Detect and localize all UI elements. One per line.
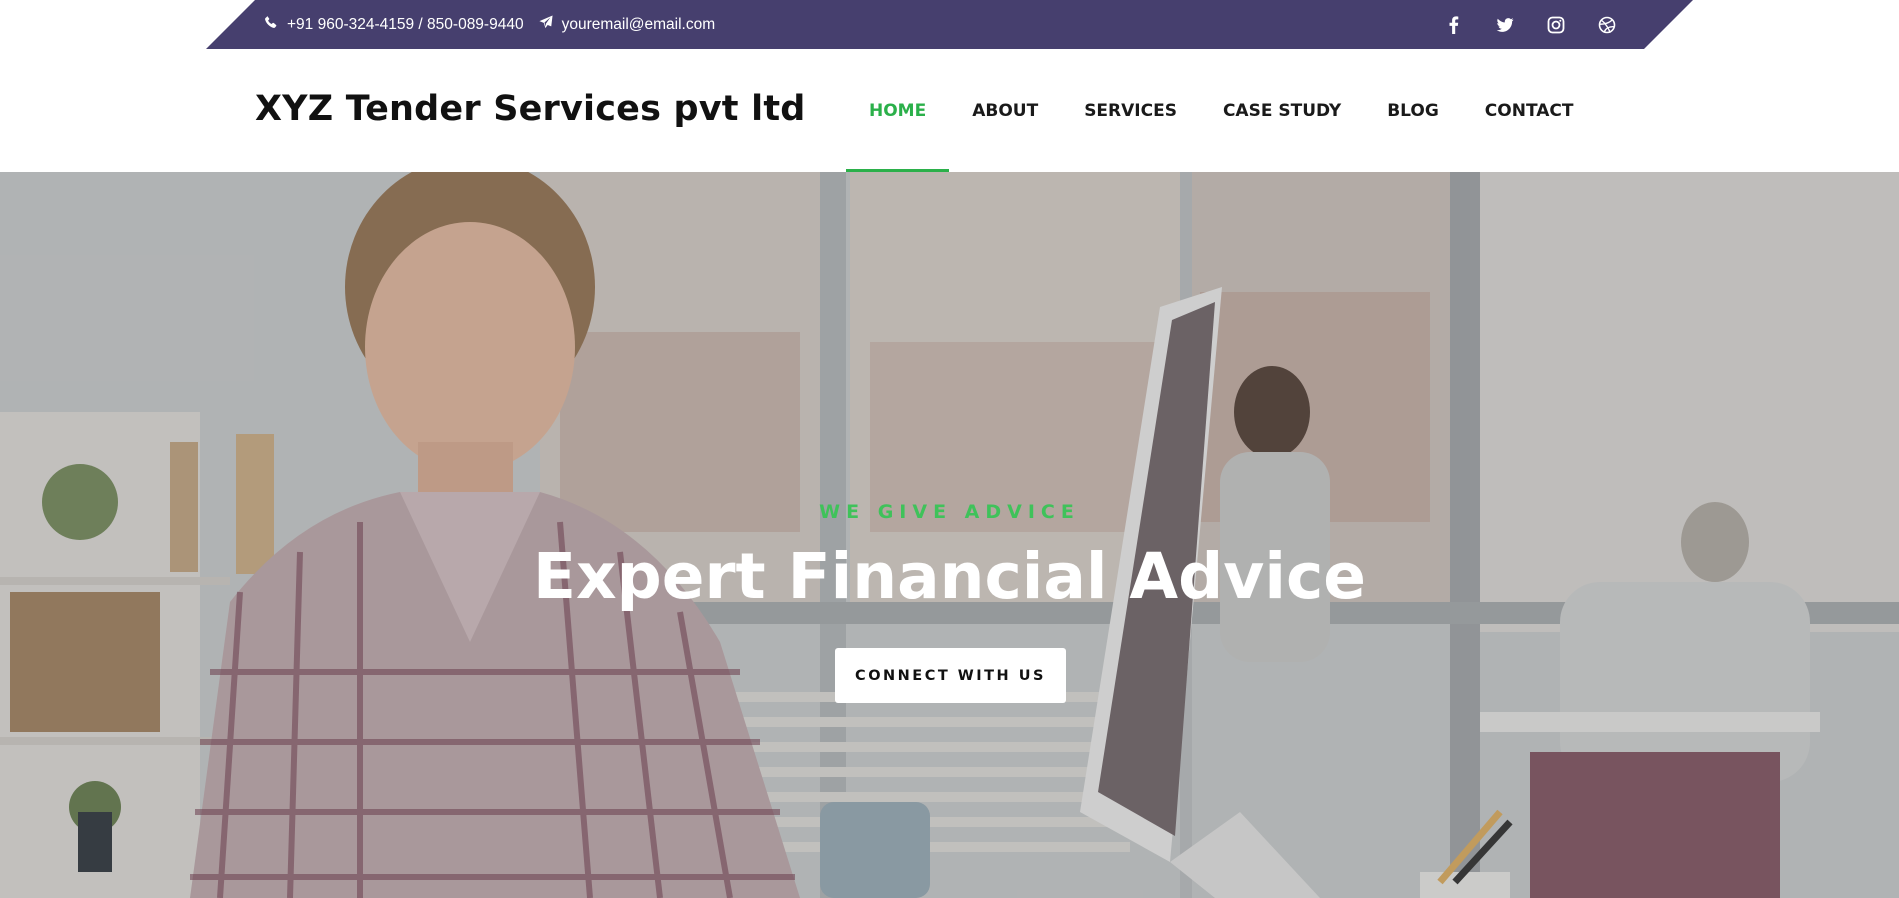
- nav-item-home[interactable]: HOME: [846, 49, 950, 172]
- phone-icon: [264, 15, 278, 34]
- hero-headline: Expert Financial Advice: [532, 540, 1367, 613]
- twitter-icon[interactable]: [1496, 16, 1514, 34]
- site-header: XYZ Tender Services pvt ltd HOME ABOUT S…: [0, 49, 1899, 172]
- hero-overlay: [0, 172, 1899, 898]
- social-links: [1445, 0, 1616, 49]
- phone-contact[interactable]: +91 960-324-4159 / 850-089-9440: [264, 15, 524, 34]
- hero-eyebrow: WE GIVE ADVICE: [819, 501, 1080, 523]
- phone-number: +91 960-324-4159 / 850-089-9440: [287, 15, 524, 33]
- nav-item-contact[interactable]: CONTACT: [1462, 49, 1597, 172]
- top-contact-bar: +91 960-324-4159 / 850-089-9440 youremai…: [206, 0, 1693, 49]
- nav-item-case-study[interactable]: CASE STUDY: [1200, 49, 1364, 172]
- email-contact[interactable]: youremail@email.com: [539, 15, 716, 34]
- brand-logo[interactable]: XYZ Tender Services pvt ltd: [255, 89, 806, 129]
- email-address: youremail@email.com: [561, 15, 716, 33]
- dribbble-icon[interactable]: [1598, 16, 1616, 34]
- hero-banner: WE GIVE ADVICE Expert Financial Advice C…: [0, 172, 1899, 898]
- contact-info: +91 960-324-4159 / 850-089-9440 youremai…: [264, 0, 721, 49]
- nav-item-about[interactable]: ABOUT: [949, 49, 1061, 172]
- facebook-icon[interactable]: [1445, 16, 1463, 34]
- nav-item-blog[interactable]: BLOG: [1364, 49, 1462, 172]
- paper-plane-icon: [539, 15, 553, 34]
- nav-item-services[interactable]: SERVICES: [1061, 49, 1200, 172]
- main-nav: HOME ABOUT SERVICES CASE STUDY BLOG CONT…: [846, 49, 1596, 172]
- instagram-icon[interactable]: [1547, 16, 1565, 34]
- connect-with-us-button[interactable]: CONNECT WITH US: [835, 648, 1066, 703]
